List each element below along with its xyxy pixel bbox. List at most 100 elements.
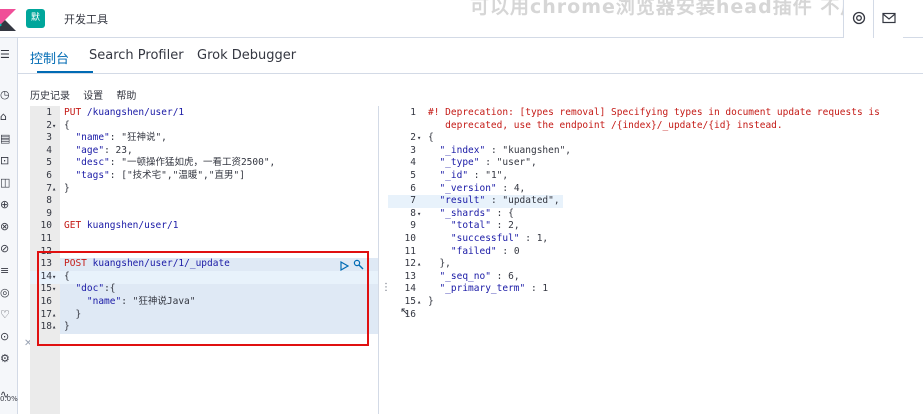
res-line-number: 13: [404, 270, 416, 282]
req-line-number: 4: [46, 144, 52, 156]
res-code-line[interactable]: "_type" : "user",: [428, 157, 880, 170]
fold-marker-icon: [417, 246, 425, 259]
res-code-line[interactable]: "failed" : 0: [428, 246, 880, 259]
res-line-number: 4: [410, 157, 416, 169]
req-code-line[interactable]: [64, 208, 275, 221]
fold-marker-icon: [52, 220, 60, 233]
res-code-line[interactable]: "_primary_term" : 1: [428, 283, 880, 296]
res-code-line[interactable]: }: [428, 296, 880, 309]
req-code-line[interactable]: {: [64, 120, 275, 133]
tab-console[interactable]: 控制台: [30, 48, 69, 67]
req-line-number: 9: [46, 207, 52, 219]
res-line-number: 9: [410, 220, 416, 232]
fold-marker-icon: [417, 271, 425, 284]
siem-icon[interactable]: ⊙: [0, 330, 18, 346]
fold-marker-icon: [52, 145, 60, 158]
res-code-line[interactable]: },: [428, 258, 880, 271]
help-button[interactable]: 帮助: [116, 91, 136, 102]
req-line-number: 2: [46, 119, 52, 131]
res-code-line[interactable]: deprecated, use the endpoint /{index}/_u…: [428, 120, 880, 133]
res-code-line[interactable]: "_version" : 4,: [428, 183, 880, 196]
fold-marker-icon: [417, 157, 425, 170]
settings-button[interactable]: 设置: [83, 91, 103, 102]
req-line-number: 10: [40, 220, 52, 232]
fold-marker-icon: [417, 170, 425, 183]
res-line-number: 10: [404, 232, 416, 244]
infra-icon[interactable]: ⊘: [0, 242, 18, 258]
fold-marker-icon[interactable]: ▾: [52, 120, 60, 133]
fold-marker-icon: [417, 120, 425, 133]
req-code-line[interactable]: GET kuangshen/user/1: [64, 220, 275, 233]
res-code-line[interactable]: "_shards" : {: [428, 208, 880, 221]
help-menu-button[interactable]: [843, 0, 873, 38]
res-code-line[interactable]: "_seq_no" : 6,: [428, 271, 880, 284]
fold-marker-icon: [417, 220, 425, 233]
req-line-number: 5: [46, 157, 52, 169]
devtools-icon[interactable]: ⚙: [0, 352, 18, 368]
res-code-line[interactable]: [428, 309, 880, 322]
req-code-line[interactable]: [64, 233, 275, 246]
req-code-line[interactable]: }: [64, 183, 275, 196]
discover-compass-icon[interactable]: ⌂: [0, 110, 18, 126]
pane-resizer[interactable]: [378, 106, 388, 414]
maps-icon[interactable]: ⊕: [0, 198, 18, 214]
devtools-tabs: 控制台 Search Profiler Grok Debugger: [18, 38, 923, 74]
req-code-line[interactable]: PUT /kuangshen/user/1: [64, 107, 275, 120]
req-line-number: 8: [46, 195, 52, 207]
fold-marker-icon[interactable]: ▴: [417, 296, 425, 309]
fold-marker-icon: [52, 170, 60, 183]
fold-marker-icon[interactable]: ▾: [417, 132, 425, 145]
newsfeed-button[interactable]: [873, 0, 903, 38]
recent-clock-icon[interactable]: ◷: [0, 88, 18, 104]
res-code-line[interactable]: "total" : 2,: [428, 220, 880, 233]
res-line-number: 14: [404, 283, 416, 295]
res-line-number: 12: [404, 258, 416, 270]
req-code-line[interactable]: [64, 195, 275, 208]
res-code-line[interactable]: "_index" : "kuangshen",: [428, 145, 880, 158]
apm-icon[interactable]: ◎: [0, 286, 18, 302]
breadcrumb-title: 开发工具: [64, 13, 108, 26]
uptime-icon[interactable]: ♡: [0, 308, 18, 324]
history-button[interactable]: 历史记录: [30, 91, 70, 102]
res-line-number: 1: [410, 107, 416, 118]
res-code-line[interactable]: {: [428, 132, 880, 145]
res-code-line[interactable]: "result" : "updated",: [428, 195, 880, 208]
console-toolbar: 历史记录 设置 帮助: [30, 87, 146, 102]
nav-menu-icon[interactable]: ☰: [0, 48, 18, 64]
fold-marker-icon: [52, 132, 60, 145]
res-code-line[interactable]: #! Deprecation: [types removal] Specifyi…: [428, 107, 880, 120]
fold-marker-icon: [417, 107, 425, 120]
req-code-line[interactable]: "name": "狂神说",: [64, 132, 275, 145]
res-code-line[interactable]: "successful" : 1,: [428, 233, 880, 246]
response-fold-markers: ▾ ▾ ▴ ▴: [417, 107, 425, 321]
ml-icon[interactable]: ⊗: [0, 220, 18, 236]
tab-search-profiler[interactable]: Search Profiler: [89, 48, 184, 63]
res-line-number: [388, 120, 416, 133]
kibana-logo[interactable]: [0, 0, 18, 38]
response-editor: 1 2 3 4 5 6 7 8 9 10 11 12 13 14 15 16 ▾ ▾ ▴ ▴ #! Depr…: [388, 106, 923, 414]
mail-icon: [881, 12, 896, 27]
response-line-numbers: 1 2 3 4 5 6 7 8 9 10 11 12 13 14 15 16: [388, 107, 416, 321]
req-code-line[interactable]: "desc": "一顿操作猛如虎，一看工资2500",: [64, 157, 275, 170]
fold-marker-icon[interactable]: ▴: [52, 183, 60, 196]
canvas-icon[interactable]: ◫: [0, 176, 18, 192]
res-line-number: 2: [410, 132, 416, 144]
monitoring-icon[interactable]: ∿: [0, 388, 18, 404]
fold-marker-icon: [417, 309, 425, 322]
req-code-line[interactable]: "age": 23,: [64, 145, 275, 158]
res-line-number: 3: [410, 144, 416, 156]
space-avatar[interactable]: 默: [26, 9, 45, 28]
logs-icon[interactable]: ≡: [0, 264, 18, 280]
dashboard-icon[interactable]: ⊡: [0, 154, 18, 170]
fold-marker-icon[interactable]: ▾: [417, 208, 425, 221]
fold-marker-icon: [52, 107, 60, 120]
fold-marker-icon[interactable]: ▴: [417, 258, 425, 271]
visualize-icon[interactable]: ▤: [0, 132, 18, 148]
fold-marker-icon: [52, 208, 60, 221]
tab-grok-debugger[interactable]: Grok Debugger: [197, 48, 296, 63]
res-code-line[interactable]: "_id" : "1",: [428, 170, 880, 183]
res-line-number: 11: [404, 245, 416, 257]
res-line-number: 7: [410, 195, 416, 207]
req-code-line[interactable]: "tags": ["技术宅","温暖","直男"]: [64, 170, 275, 183]
req-line-number: 6: [46, 169, 52, 181]
